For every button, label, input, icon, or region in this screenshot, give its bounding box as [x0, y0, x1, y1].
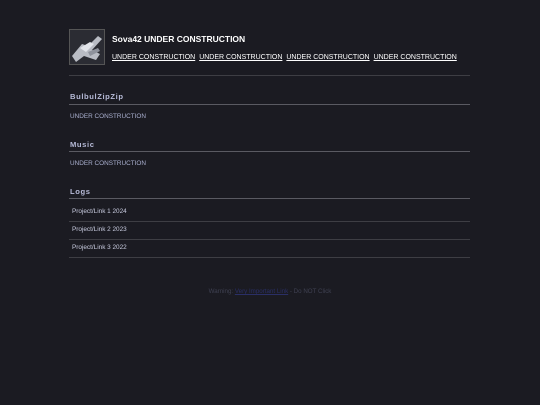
main-nav: UNDER CONSTRUCTION UNDER CONSTRUCTION UN… [112, 54, 459, 61]
nav-link-2[interactable]: UNDER CONSTRUCTION [199, 54, 282, 61]
site-title: Sova42 UNDER CONSTRUCTION [112, 34, 246, 44]
section-text-bulbulzipzip: UNDER CONSTRUCTION [70, 113, 146, 120]
section-text-music: UNDER CONSTRUCTION [70, 160, 146, 167]
footer: Warning: Very Important Link - Do NOT Cl… [0, 288, 540, 295]
logo-image [69, 29, 105, 65]
nav-link-1[interactable]: UNDER CONSTRUCTION [112, 54, 195, 61]
footer-warning-suffix: - Do NOT Click [289, 288, 332, 295]
header-divider [69, 75, 470, 76]
site-header: Sova42 UNDER CONSTRUCTION UNDER CONSTRUC… [69, 29, 469, 65]
section-divider [69, 198, 470, 199]
log-row[interactable]: Project/Link 3 2022 [69, 239, 470, 258]
footer-warning-link[interactable]: Very Important Link [235, 288, 288, 295]
section-title-bulbulzipzip: BulbulZipZip [70, 92, 124, 101]
section-divider [69, 151, 470, 152]
footer-warning-label: Warning: [208, 288, 234, 295]
log-link[interactable]: Project/Link 2 2023 [72, 226, 127, 233]
hand-photo-icon [70, 30, 104, 64]
log-link[interactable]: Project/Link 1 2024 [72, 208, 127, 215]
log-row[interactable]: Project/Link 2 2023 [69, 221, 470, 240]
nav-link-3[interactable]: UNDER CONSTRUCTION [286, 54, 369, 61]
log-link[interactable]: Project/Link 3 2022 [72, 244, 127, 251]
section-title-logs: Logs [70, 187, 91, 196]
nav-link-4[interactable]: UNDER CONSTRUCTION [374, 54, 457, 61]
section-divider [69, 104, 470, 105]
log-row[interactable]: Project/Link 1 2024 [69, 203, 470, 222]
section-title-music: Music [70, 140, 95, 149]
page: Sova42 UNDER CONSTRUCTION UNDER CONSTRUC… [0, 0, 540, 405]
